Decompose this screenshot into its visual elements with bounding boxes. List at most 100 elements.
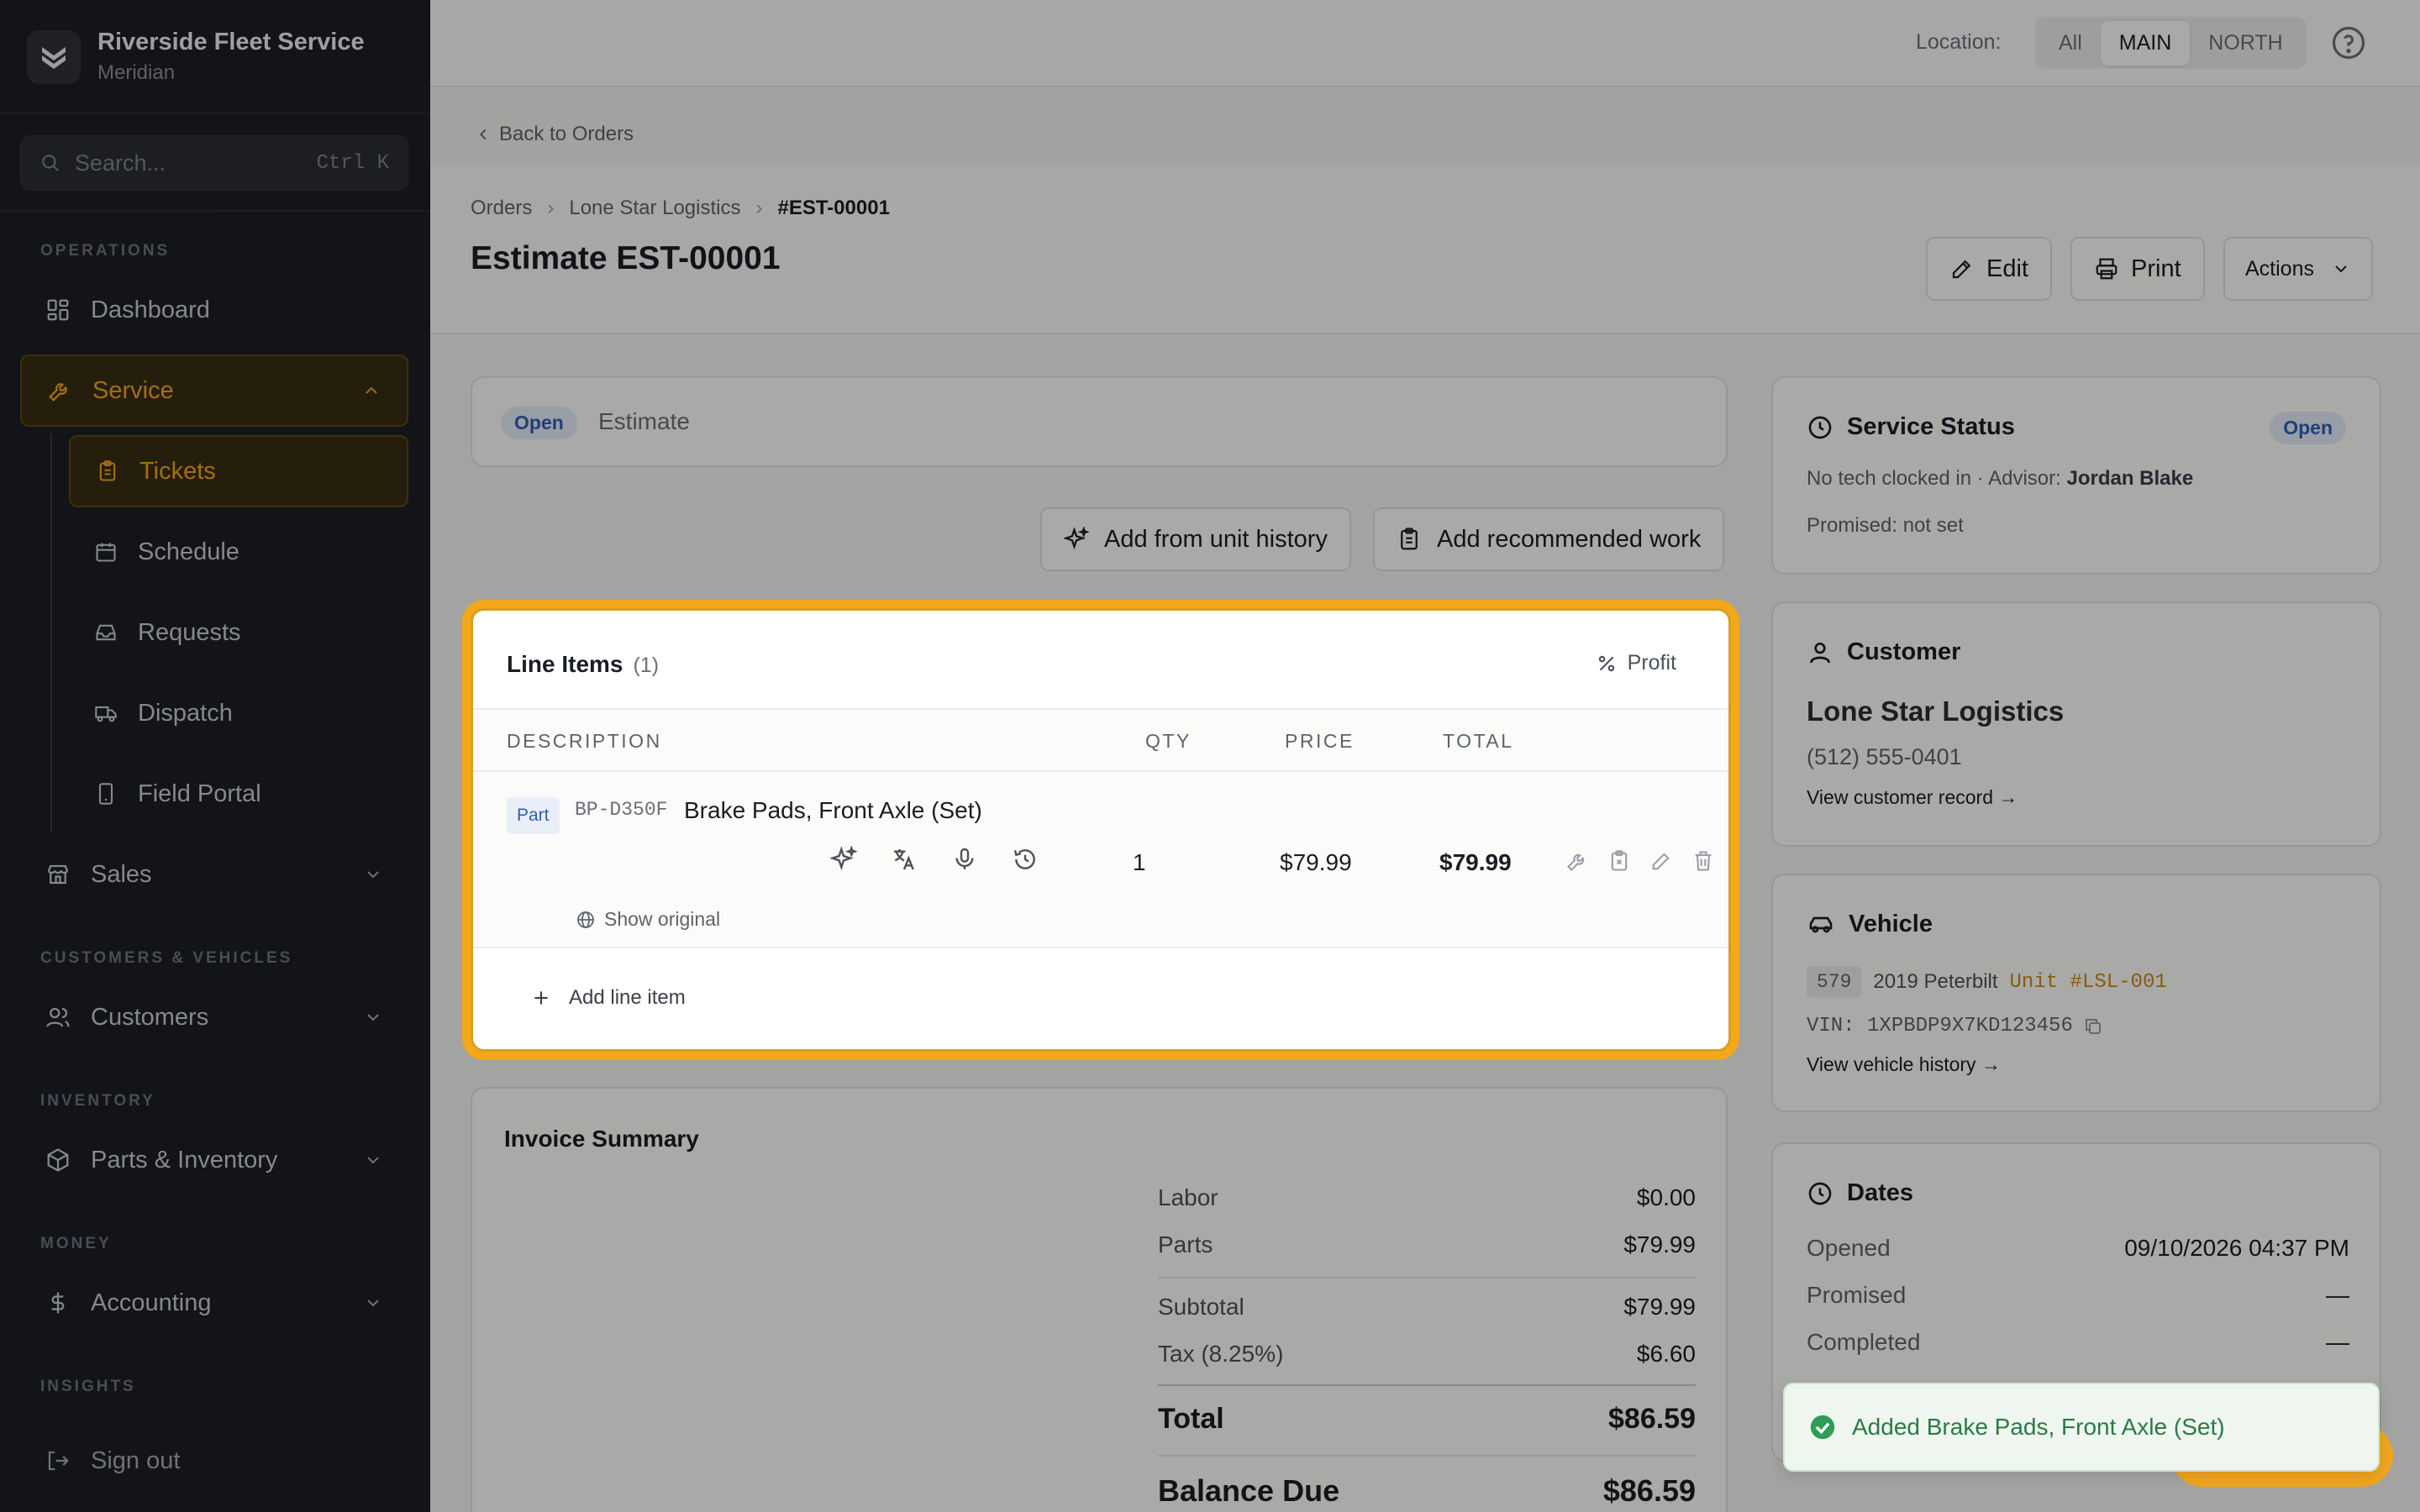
- users-icon: [46, 1007, 70, 1027]
- section-label-inventory: INVENTORY: [40, 1092, 155, 1110]
- clock-status-text: No tech clocked in · Advisor:: [1807, 467, 2067, 490]
- item-type-badge: Part: [507, 797, 560, 834]
- service-status-card: Service Status Open No tech clocked in ·…: [1771, 376, 2381, 575]
- show-original-link[interactable]: Show original: [576, 908, 720, 931]
- chevron-right-icon: ›: [547, 197, 555, 219]
- add-line-item-label: Add line item: [569, 986, 686, 1009]
- clipboard-x-icon[interactable]: [1607, 849, 1631, 873]
- microphone-icon[interactable]: [951, 846, 978, 873]
- add-line-item-button[interactable]: Add line item: [530, 986, 686, 1010]
- chevron-down-icon: [2335, 265, 2347, 273]
- view-vehicle-history-link[interactable]: View vehicle history →: [1807, 1053, 2001, 1076]
- back-to-orders-link[interactable]: Back to Orders: [474, 123, 634, 146]
- sidebar: Riverside Fleet Service Meridian Search.…: [0, 0, 430, 1512]
- row-actions: [1565, 849, 1715, 873]
- sidebar-item-parts-inventory[interactable]: Parts & Inventory: [20, 1124, 408, 1196]
- opened-label: Opened: [1807, 1235, 1891, 1261]
- dashboard-icon: [47, 299, 69, 321]
- history-icon[interactable]: [1012, 846, 1039, 873]
- section-label-money: MONEY: [40, 1235, 112, 1252]
- toast-notification: Added Brake Pads, Front Axle (Set): [1783, 1383, 2380, 1472]
- breadcrumb-customer[interactable]: Lone Star Logistics: [569, 197, 740, 220]
- sidebar-item-dashboard[interactable]: Dashboard: [20, 274, 408, 346]
- column-description: DESCRIPTION: [507, 730, 662, 752]
- column-total: TOTAL: [1443, 730, 1514, 752]
- vehicle-vin: VIN: 1XPBDP9X7KD123456: [1807, 1015, 2103, 1037]
- view-customer-record-link[interactable]: View customer record →: [1807, 786, 2018, 809]
- sidebar-item-tickets[interactable]: Tickets: [69, 435, 408, 507]
- check-circle-icon: [1810, 1415, 1835, 1440]
- chevron-left-icon: [479, 129, 487, 140]
- service-status-line: No tech clocked in · Advisor: Jordan Bla…: [1807, 467, 2193, 491]
- help-icon[interactable]: [2331, 25, 2366, 60]
- divider: [0, 210, 430, 212]
- section-label-customers: CUSTOMERS & VEHICLES: [40, 949, 293, 967]
- divider: [1158, 1277, 1696, 1278]
- item-qty[interactable]: 1: [1133, 849, 1146, 876]
- wrench-icon[interactable]: [1565, 849, 1589, 873]
- sidebar-item-label: Tickets: [139, 457, 216, 485]
- actions-dropdown[interactable]: Actions: [2223, 237, 2373, 301]
- section-label-operations: OPERATIONS: [40, 242, 171, 260]
- print-button[interactable]: Print: [2070, 237, 2205, 301]
- parts-label: Parts: [1158, 1231, 1213, 1257]
- sidebar-item-label: Sign out: [91, 1446, 181, 1474]
- sign-out-icon: [48, 1451, 69, 1471]
- copy-icon[interactable]: [2083, 1016, 2103, 1037]
- breadcrumb-orders[interactable]: Orders: [471, 197, 532, 220]
- vehicle-model: 2019 Peterbilt: [1873, 970, 1998, 993]
- sidebar-item-schedule[interactable]: Schedule: [69, 516, 408, 588]
- location-all[interactable]: All: [2040, 21, 2101, 66]
- sparkles-icon[interactable]: [830, 846, 857, 873]
- location-north[interactable]: NORTH: [2190, 21, 2301, 66]
- labor-label: Labor: [1158, 1184, 1218, 1210]
- invoice-row-labor: Labor $0.00: [1158, 1184, 1696, 1211]
- back-bar: [430, 89, 2420, 163]
- sidebar-item-service[interactable]: Service: [20, 354, 408, 427]
- printer-icon: [2096, 258, 2118, 280]
- edit-button[interactable]: Edit: [1926, 237, 2052, 301]
- trash-icon[interactable]: [1691, 849, 1715, 873]
- vehicle-title-text: Vehicle: [1849, 911, 1933, 937]
- divider: [1158, 1455, 1696, 1457]
- search-input[interactable]: Search... Ctrl K: [20, 135, 408, 191]
- package-icon: [47, 1148, 69, 1172]
- column-price: PRICE: [1285, 730, 1355, 752]
- sidebar-item-label: Field Portal: [138, 780, 261, 807]
- balance-label: Balance Due: [1158, 1473, 1340, 1508]
- sidebar-item-accounting[interactable]: Accounting: [20, 1267, 408, 1339]
- sidebar-item-sales[interactable]: Sales: [20, 838, 408, 911]
- sidebar-item-requests[interactable]: Requests: [69, 596, 408, 669]
- translate-icon[interactable]: [891, 846, 918, 873]
- sidebar-item-customers[interactable]: Customers: [20, 981, 408, 1053]
- tax-value: $6.60: [1636, 1341, 1696, 1367]
- sidebar-item-signout[interactable]: Sign out: [20, 1425, 408, 1497]
- sidebar-item-label: Accounting: [91, 1289, 212, 1316]
- sidebar-item-field-portal[interactable]: Field Portal: [69, 758, 408, 830]
- brand[interactable]: Riverside Fleet Service Meridian: [27, 29, 365, 85]
- tax-label: Tax (8.25%): [1158, 1341, 1284, 1367]
- brand-logo-icon: [27, 29, 81, 84]
- invoice-row-tax: Tax (8.25%) $6.60: [1158, 1341, 1696, 1368]
- item-description[interactable]: Brake Pads, Front Axle (Set): [684, 797, 982, 824]
- add-from-unit-history-button[interactable]: Add from unit history: [1040, 507, 1351, 571]
- sidebar-item-dispatch[interactable]: Dispatch: [69, 677, 408, 749]
- sidebar-item-label: Customers: [91, 1003, 209, 1031]
- date-row-completed: Completed —: [1807, 1329, 2349, 1356]
- item-price[interactable]: $79.99: [1280, 849, 1352, 876]
- document-type: Estimate: [598, 408, 690, 434]
- pencil-icon[interactable]: [1649, 849, 1673, 873]
- item-total: $79.99: [1439, 849, 1512, 875]
- clipboard-icon: [99, 460, 116, 481]
- customer-name[interactable]: Lone Star Logistics: [1807, 696, 2064, 727]
- row-tools: [830, 846, 1039, 873]
- vehicle-unit-number[interactable]: Unit #LSL-001: [2010, 971, 2167, 994]
- subtotal-label: Subtotal: [1158, 1294, 1244, 1320]
- breadcrumb-current: #EST-00001: [777, 197, 890, 219]
- search-placeholder: Search...: [75, 150, 166, 176]
- sidebar-item-label: Service: [92, 376, 174, 404]
- truck-icon: [95, 706, 117, 722]
- profit-toggle[interactable]: Profit: [1596, 651, 1676, 675]
- location-main[interactable]: MAIN: [2100, 20, 2191, 66]
- add-recommended-work-button[interactable]: Add recommended work: [1373, 507, 1725, 571]
